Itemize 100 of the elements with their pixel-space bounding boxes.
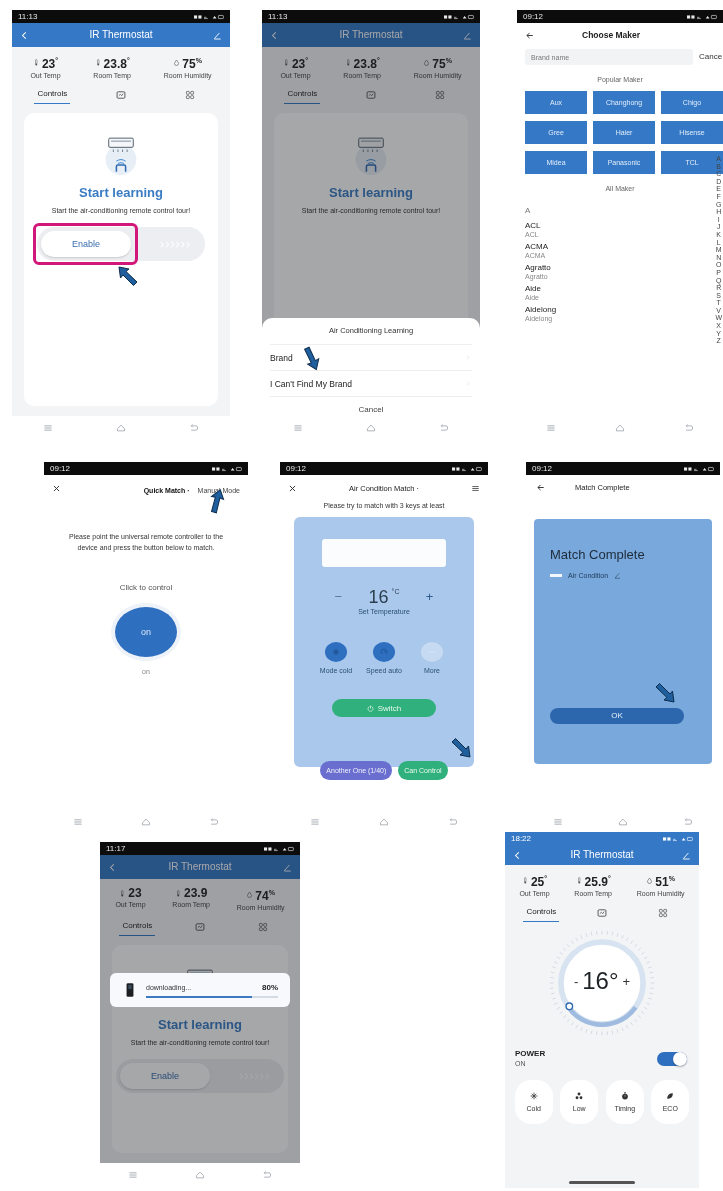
thermometer-icon	[575, 877, 583, 884]
home-icon[interactable]	[618, 817, 628, 827]
status-time: 11:17	[106, 843, 126, 854]
stat-value: 25$^{°}$	[530, 874, 548, 889]
droplet-icon	[246, 891, 254, 898]
learn-heading: Start learning	[158, 1017, 242, 1033]
maker-name[interactable]: Aidelong	[525, 305, 557, 315]
clipped-link[interactable]: Cance	[699, 52, 723, 62]
device-icon	[550, 574, 562, 577]
chart-tab-icon[interactable]	[194, 921, 206, 933]
maker-name[interactable]: Aide	[525, 284, 541, 294]
power-icon	[366, 704, 374, 712]
status-time: 09:12	[50, 463, 71, 474]
thermometer-icon	[344, 59, 352, 66]
stat-value: 23$^{°}$	[41, 56, 59, 71]
stat-value: 23$^{°}$	[291, 56, 309, 71]
home-icon[interactable]	[141, 817, 151, 827]
status-time: 18:22	[511, 833, 532, 844]
grid-tab-icon[interactable]	[433, 89, 446, 101]
option-label: I Can't Find My Brand	[270, 378, 352, 389]
sheet-option[interactable]: I Can't Find My Brand	[270, 370, 472, 396]
leaf-icon	[666, 1092, 675, 1100]
thermometer-icon	[94, 59, 102, 66]
on-button[interactable]: on	[115, 607, 177, 657]
maker-name[interactable]: ACL	[525, 221, 541, 231]
status-icon	[684, 465, 714, 472]
close-icon[interactable]	[52, 483, 61, 493]
maker-name[interactable]: Agratto	[525, 263, 551, 273]
thermometer-icon	[521, 877, 529, 884]
stat-value: 25.9$^{°}$	[584, 874, 611, 889]
edit-icon[interactable]	[614, 572, 622, 579]
edit-icon[interactable]	[463, 30, 472, 40]
back-icon[interactable]	[536, 482, 545, 492]
status-icon	[663, 835, 693, 842]
plus-button[interactable]: +	[622, 973, 631, 989]
fan-icon	[575, 1092, 584, 1100]
stat-value: 51$^{%}$	[655, 874, 675, 889]
thermometer-icon	[282, 59, 290, 66]
tab[interactable]: Controls	[119, 918, 156, 936]
home-indicator[interactable]	[569, 1181, 635, 1184]
learn-heading: Start learning	[329, 185, 413, 201]
sheet-option[interactable]: Brand	[270, 344, 472, 370]
minus-button[interactable]: -	[573, 973, 579, 989]
status-time: 11:13	[268, 11, 288, 22]
status-icon	[264, 845, 294, 852]
screen-title: IR Thermostat	[89, 29, 153, 41]
stat-value: 75$^{%}$	[432, 56, 452, 71]
snowflake-icon	[529, 1092, 538, 1100]
status-time: 09:12	[286, 463, 307, 474]
status-time: 09:12	[523, 11, 544, 22]
droplet-icon	[173, 59, 181, 66]
thermometer-icon	[175, 889, 182, 897]
tab[interactable]: Controls	[284, 86, 321, 104]
tab[interactable]: Controls	[523, 904, 560, 922]
chart-tab-icon[interactable]	[365, 89, 377, 101]
home-icon[interactable]	[615, 423, 625, 433]
timer-icon	[620, 1092, 629, 1100]
enable-button[interactable]: Enable	[120, 1063, 210, 1089]
result-heading: Match Complete	[550, 547, 646, 562]
plus-button[interactable]: +	[425, 589, 434, 604]
grid-tab-icon[interactable]	[656, 907, 669, 919]
section-letter: A	[525, 206, 531, 216]
status-icon	[212, 465, 242, 472]
droplet-icon	[646, 877, 654, 884]
home-icon[interactable]	[366, 423, 376, 433]
status-time: 09:12	[532, 463, 553, 474]
stat-value: 23.9	[184, 886, 208, 900]
gauge-icon	[380, 648, 388, 656]
screen-title: IR Thermostat	[570, 849, 634, 861]
status-time: 11:13	[18, 11, 38, 22]
option-label: Brand	[270, 352, 293, 363]
key-button[interactable]	[325, 642, 347, 662]
stat-value: 75$^{%}$	[182, 56, 202, 71]
status-icon	[444, 13, 474, 20]
learn-heading: Start learning	[79, 185, 163, 201]
key-button[interactable]	[373, 642, 395, 662]
power-toggle[interactable]	[657, 1051, 687, 1066]
grid-tab-icon[interactable]	[183, 89, 196, 101]
stat-value: 23	[128, 886, 142, 900]
edit-icon[interactable]	[213, 30, 222, 40]
home-icon[interactable]	[379, 817, 389, 827]
maker-name[interactable]: ACMA	[525, 242, 549, 252]
ok-button[interactable]: OK	[550, 707, 684, 724]
back-icon[interactable]	[525, 30, 534, 40]
screen-title: IR Thermostat	[168, 861, 232, 873]
grid-tab-icon[interactable]	[256, 921, 269, 933]
snowflake-icon	[332, 648, 340, 656]
close-icon[interactable]	[288, 483, 297, 493]
home-icon[interactable]	[116, 423, 126, 433]
menu-icon[interactable]	[471, 483, 480, 493]
chart-tab-icon[interactable]	[596, 907, 608, 919]
screen-title: Choose Maker	[582, 30, 641, 40]
power-label: POWER	[515, 1049, 546, 1059]
enable-button[interactable]: Enable	[41, 231, 131, 257]
thermometer-icon	[119, 889, 127, 897]
home-icon[interactable]	[195, 1170, 205, 1180]
stat-value: 23.8$^{°}$	[103, 56, 130, 71]
temperature-value: 16°	[582, 967, 619, 995]
chart-tab-icon[interactable]	[115, 89, 127, 101]
tab[interactable]: Controls	[34, 86, 71, 104]
